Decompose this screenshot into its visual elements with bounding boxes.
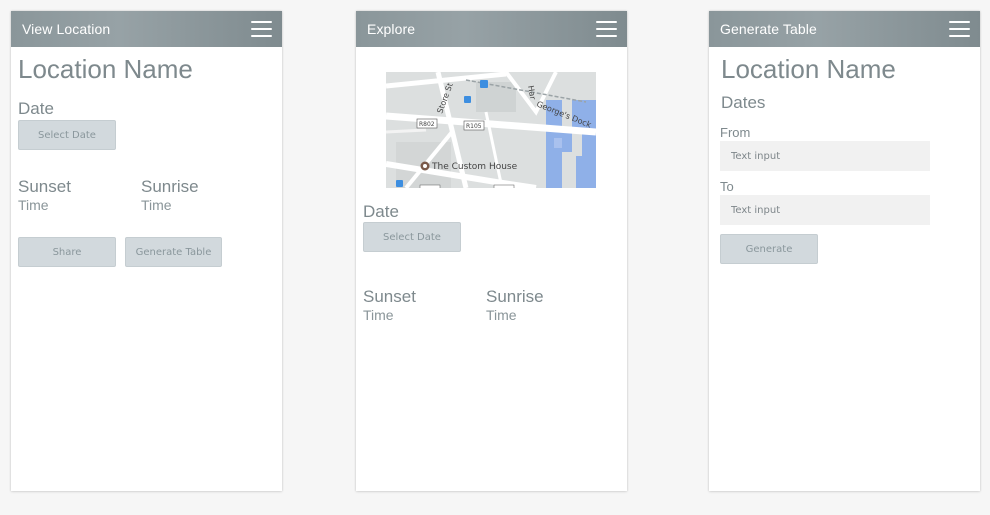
generate-table-screen: Generate Table Location Name Dates From …: [709, 11, 980, 491]
to-date-input[interactable]: [720, 195, 930, 225]
sunrise-label: Sunrise: [141, 177, 199, 196]
sunrise-time: Time: [486, 307, 517, 323]
sunset-time: Time: [18, 197, 49, 213]
to-label: To: [720, 179, 734, 194]
sunrise-time: Time: [141, 197, 172, 213]
app-bar: Explore: [356, 11, 627, 47]
app-bar: View Location: [11, 11, 282, 47]
app-bar-title: View Location: [22, 21, 111, 37]
map-road-r802: R802: [419, 121, 435, 128]
location-name: Location Name: [18, 54, 193, 84]
app-bar: Generate Table: [709, 11, 980, 47]
generate-button[interactable]: Generate: [720, 234, 818, 264]
date-label: Date: [363, 202, 399, 221]
explore-screen: Explore Store St George's Dock Har R802 …: [356, 11, 627, 491]
select-date-button[interactable]: Select Date: [18, 120, 116, 150]
share-button[interactable]: Share: [18, 237, 116, 267]
sunset-label: Sunset: [363, 287, 416, 306]
map-view[interactable]: Store St George's Dock Har R802 R105 The…: [386, 72, 596, 188]
hamburger-menu-icon[interactable]: [949, 21, 970, 37]
location-name: Location Name: [721, 54, 896, 84]
sunset-time: Time: [363, 307, 394, 323]
sunrise-label: Sunrise: [486, 287, 544, 306]
app-bar-title: Generate Table: [720, 21, 817, 37]
select-date-button[interactable]: Select Date: [363, 222, 461, 252]
generate-table-button[interactable]: Generate Table: [125, 237, 222, 267]
from-label: From: [720, 125, 751, 140]
view-location-screen: View Location Location Name Date Select …: [11, 11, 282, 491]
sunset-label: Sunset: [18, 177, 71, 196]
hamburger-menu-icon[interactable]: [251, 21, 272, 37]
from-date-input[interactable]: [720, 141, 930, 171]
map-road-r105: R105: [466, 123, 482, 130]
map-place-label: The Custom House: [431, 162, 518, 172]
app-bar-title: Explore: [367, 21, 416, 37]
hamburger-menu-icon[interactable]: [596, 21, 617, 37]
date-label: Date: [18, 99, 54, 118]
dates-label: Dates: [721, 93, 766, 112]
